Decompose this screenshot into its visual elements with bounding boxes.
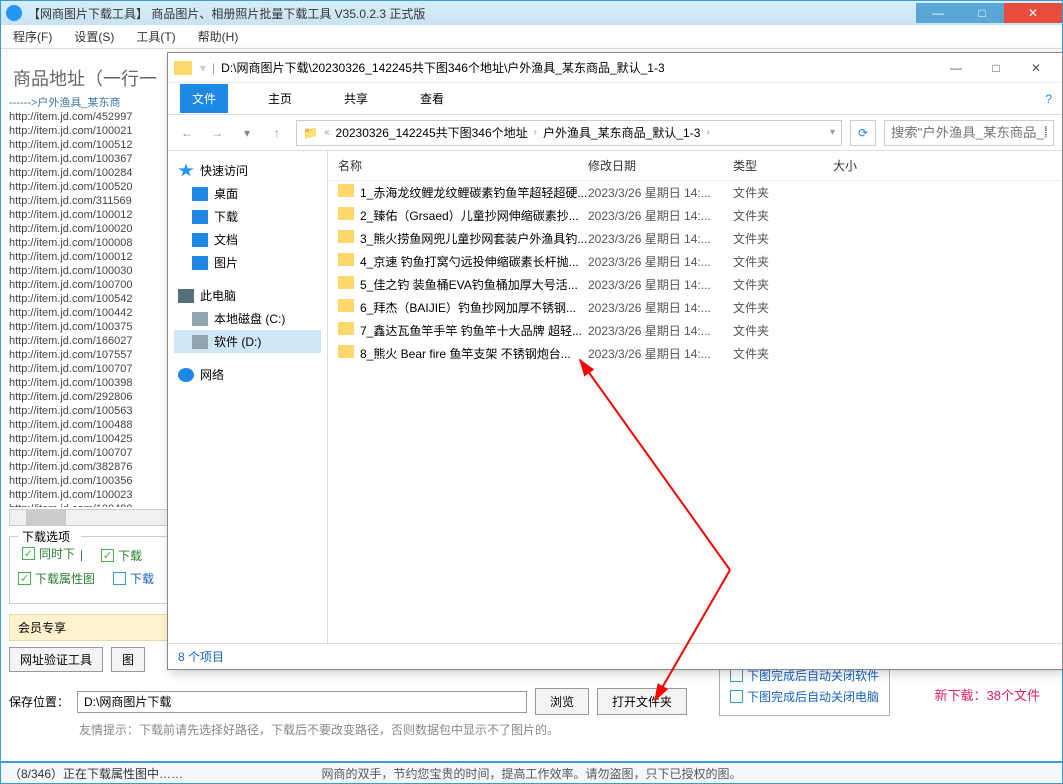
tab-home[interactable]: 主页	[256, 84, 304, 113]
checkbox-simultaneous[interactable]: 同时下	[22, 545, 77, 562]
nav-network[interactable]: 网络	[174, 363, 321, 386]
tab-file[interactable]: 文件	[180, 84, 228, 113]
checkbox-dl2[interactable]: 下载	[113, 570, 154, 587]
menu-program[interactable]: 程序(F)	[13, 28, 52, 45]
footer-text: 网商的双手，节约您宝贵的时间，提高工作效率。请勿盗图，只下已授权的图。	[321, 765, 741, 782]
menu-settings[interactable]: 设置(S)	[74, 28, 114, 45]
help-icon[interactable]: ?	[1045, 92, 1052, 106]
col-date[interactable]: 修改日期	[588, 157, 733, 174]
checkbox-attr-img[interactable]: 下载属性图	[18, 570, 95, 587]
minimize-button[interactable]: —	[916, 3, 960, 23]
col-type[interactable]: 类型	[733, 157, 833, 174]
maximize-button[interactable]: □	[960, 3, 1004, 23]
refresh-button[interactable]: ⟳	[850, 120, 876, 146]
nav-this-pc[interactable]: 此电脑	[174, 284, 321, 307]
nav-disk-d[interactable]: 软件 (D:)	[174, 330, 321, 353]
exp-close-button[interactable]: ✕	[1016, 61, 1056, 75]
statusbar: （8/346）正在下载属性图中…… 网商的双手，节约您宝贵的时间，提高工作效率。…	[1, 761, 1062, 783]
app-title: 【网商图片下载工具】 商品图片、相册照片批量下载工具 V35.0.2.3 正式版	[28, 5, 425, 22]
file-row[interactable]: 3_熊火捞鱼网兜儿童抄网套装户外渔具钓...2023/3/26 星期日 14:.…	[328, 227, 1062, 250]
new-download-status: 新下载：38个文件	[935, 685, 1040, 704]
save-label: 保存位置：	[9, 693, 69, 710]
search-input[interactable]	[884, 120, 1054, 146]
hint-text: 友情提示：下载前请先选择好路径，下载后不要改变路径，否则数据包中显示不了图片的。	[9, 721, 1054, 738]
col-name[interactable]: 名称	[338, 157, 588, 174]
close-button[interactable]: ✕	[1004, 3, 1062, 23]
checkbox-dl1[interactable]: 下载	[101, 547, 142, 564]
menubar: 程序(F) 设置(S) 工具(T) 帮助(H)	[1, 25, 1062, 49]
checkbox-close-pc[interactable]: 下图完成后自动关闭电脑	[730, 688, 879, 705]
app-icon	[6, 5, 22, 21]
file-row[interactable]: 7_鑫达瓦鱼竿手竿 钓鱼竿十大品牌 超轻...2023/3/26 星期日 14:…	[328, 319, 1062, 342]
progress-text: （8/346）正在下载属性图中……	[9, 765, 183, 782]
nav-downloads[interactable]: 下载	[174, 205, 321, 228]
menu-help[interactable]: 帮助(H)	[198, 28, 239, 45]
nav-quick-access[interactable]: 快速访问	[174, 159, 321, 182]
explorer-path: D:\网商图片下载\20230326_142245共下图346个地址\户外渔具_…	[221, 59, 665, 76]
file-row[interactable]: 4_京速 钓鱼打窝勺远投伸缩碳素长杆抛...2023/3/26 星期日 14:.…	[328, 250, 1062, 273]
file-row[interactable]: 6_拜杰（BAIJIE）钓鱼抄网加厚不锈钢...2023/3/26 星期日 14…	[328, 296, 1062, 319]
recent-dropdown[interactable]: ▾	[236, 122, 258, 144]
back-button[interactable]: ←	[176, 122, 198, 144]
col-size[interactable]: 大小	[833, 157, 893, 174]
explorer-status: 8 个项目	[168, 643, 1062, 669]
pic-button[interactable]: 图	[111, 647, 145, 672]
file-row[interactable]: 5_佳之钓 装鱼桶EVA钓鱼桶加厚大号活...2023/3/26 星期日 14:…	[328, 273, 1062, 296]
save-path-input[interactable]	[77, 691, 527, 713]
nav-desktop[interactable]: 桌面	[174, 182, 321, 205]
app-titlebar: 【网商图片下载工具】 商品图片、相册照片批量下载工具 V35.0.2.3 正式版…	[1, 1, 1062, 25]
file-row[interactable]: 2_臻佑（Grsaed）儿童抄网伸缩碳素抄...2023/3/26 星期日 14…	[328, 204, 1062, 227]
exp-maximize-button[interactable]: □	[976, 61, 1016, 75]
menu-tools[interactable]: 工具(T)	[136, 28, 175, 45]
file-row[interactable]: 8_熊火 Bear fire 鱼竿支架 不锈钢炮台...2023/3/26 星期…	[328, 342, 1062, 365]
tab-view[interactable]: 查看	[408, 84, 456, 113]
nav-documents[interactable]: 文档	[174, 228, 321, 251]
file-row[interactable]: 1_赤海龙纹鲤龙纹鲤碳素钓鱼竿超轻超硬...2023/3/26 星期日 14:.…	[328, 181, 1062, 204]
folder-icon	[174, 61, 192, 75]
explorer-window: ▾ | D:\网商图片下载\20230326_142245共下图346个地址\户…	[167, 52, 1063, 670]
up-button[interactable]: ↑	[266, 122, 288, 144]
explorer-file-list: 名称 修改日期 类型 大小 1_赤海龙纹鲤龙纹鲤碳素钓鱼竿超轻超硬...2023…	[328, 151, 1062, 643]
browse-button[interactable]: 浏览	[535, 688, 589, 715]
open-folder-button[interactable]: 打开文件夹	[597, 688, 687, 715]
nav-disk-c[interactable]: 本地磁盘 (C:)	[174, 307, 321, 330]
tab-share[interactable]: 共享	[332, 84, 380, 113]
explorer-nav: 快速访问 桌面 下载 文档 图片 此电脑 本地磁盘 (C:) 软件 (D:) 网…	[168, 151, 328, 643]
forward-button[interactable]: →	[206, 122, 228, 144]
breadcrumb[interactable]: 📁« 20230326_142245共下图346个地址› 户外渔具_某东商品_默…	[296, 120, 842, 146]
url-verify-button[interactable]: 网址验证工具	[9, 647, 103, 672]
dropdown-icon[interactable]: ▾	[200, 61, 206, 75]
exp-minimize-button[interactable]: —	[936, 61, 976, 75]
nav-pictures[interactable]: 图片	[174, 251, 321, 274]
